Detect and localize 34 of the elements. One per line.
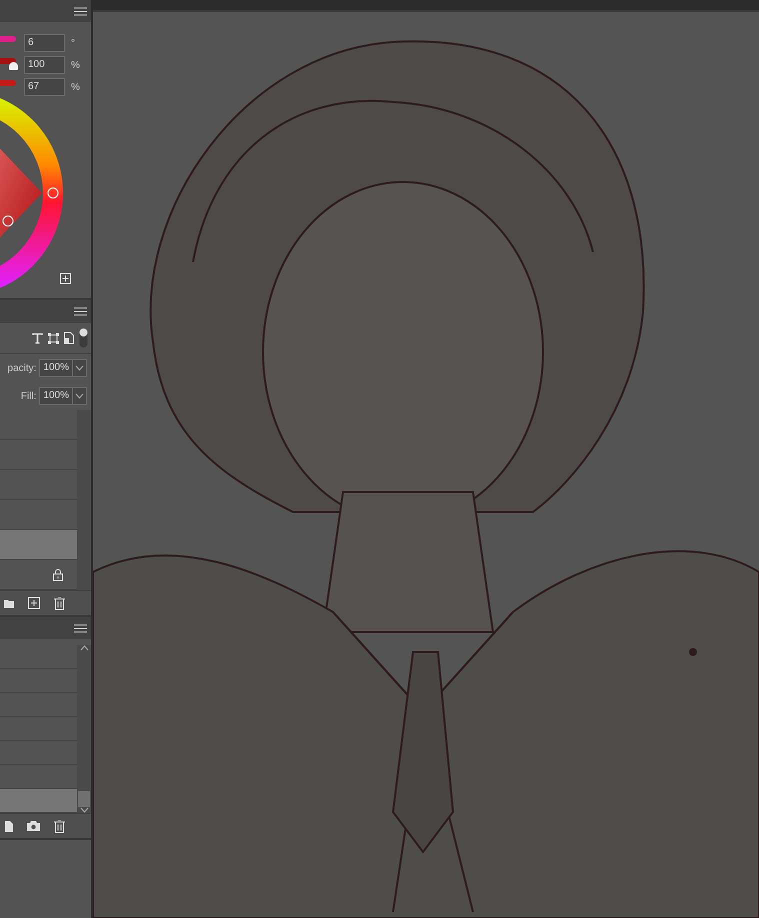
trash-icon[interactable]: [54, 596, 65, 610]
color-slider[interactable]: [0, 58, 18, 72]
transform-icon[interactable]: [48, 332, 59, 344]
lock-icon[interactable]: [53, 568, 63, 580]
folder-icon[interactable]: [4, 598, 14, 608]
document-icon[interactable]: [64, 332, 74, 344]
caret-icon[interactable]: [75, 365, 84, 371]
menu-icon[interactable]: [74, 306, 87, 316]
unit-label: %: [71, 82, 81, 92]
menu-icon[interactable]: [74, 624, 87, 632]
layer-row[interactable]: [0, 530, 77, 560]
menu-icon[interactable]: [74, 6, 87, 16]
camera-icon[interactable]: [27, 821, 40, 831]
add-icon[interactable]: [60, 273, 71, 284]
unit-label: °: [71, 38, 76, 48]
scrollbar[interactable]: [77, 410, 91, 590]
fill-field[interactable]: 100%: [39, 387, 87, 405]
new-layer-icon[interactable]: [28, 597, 40, 609]
opacity-label: pacity:: [8, 362, 36, 374]
caret-icon[interactable]: [80, 645, 88, 651]
type-icon[interactable]: [32, 332, 43, 344]
document-icon[interactable]: [5, 820, 13, 832]
value-field[interactable]: 67: [24, 78, 65, 96]
scroll-thumb[interactable]: [78, 791, 90, 807]
trash-icon[interactable]: [54, 820, 65, 832]
caret-icon[interactable]: [80, 807, 88, 813]
history-row[interactable]: [0, 789, 77, 813]
filter-toggle[interactable]: [79, 328, 88, 348]
unit-label: %: [71, 60, 81, 70]
caret-icon[interactable]: [75, 393, 84, 399]
value-field[interactable]: 6: [24, 34, 65, 52]
fill-label: Fill:: [20, 390, 36, 402]
value-field[interactable]: 100: [24, 56, 65, 74]
opacity-field[interactable]: 100%: [39, 359, 87, 377]
